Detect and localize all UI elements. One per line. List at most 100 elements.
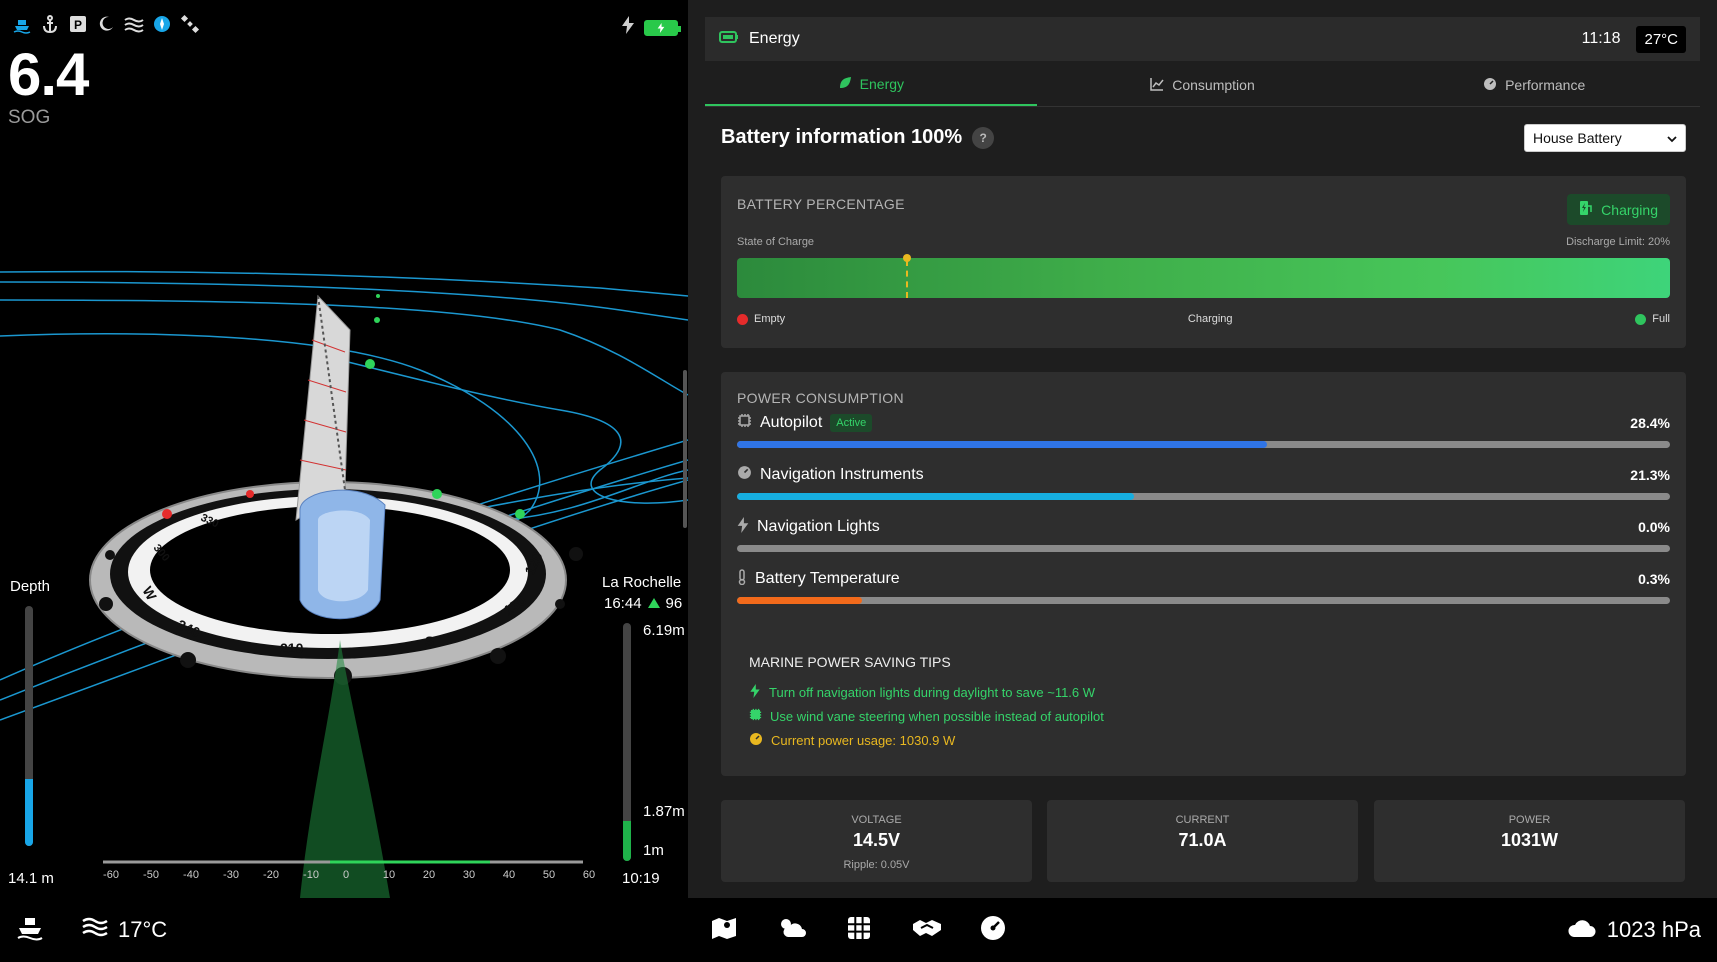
consumer-row-battery-temperature: Battery Temperature 0.3% — [737, 568, 1670, 604]
scrollbar[interactable] — [683, 370, 687, 528]
dashboard-button[interactable] — [980, 898, 1006, 962]
tab-performance[interactable]: Performance — [1368, 64, 1700, 106]
parking-icon[interactable]: P — [68, 14, 88, 34]
power-saving-tips: MARINE POWER SAVING TIPS Turn off naviga… — [749, 654, 1104, 752]
sailing-3d-scene: 240 210 S 150 120 W 300 330 -60 -50 -40 … — [0, 270, 688, 898]
consumer-percent: 0.0% — [1638, 519, 1670, 535]
grid-icon — [847, 916, 871, 945]
chip-icon — [737, 413, 752, 433]
legend-label: Empty — [754, 313, 786, 325]
scale-tick: -30 — [223, 869, 239, 881]
boat-view-button[interactable] — [16, 898, 44, 962]
grid-button[interactable] — [847, 898, 871, 962]
scale-tick: 30 — [463, 869, 475, 881]
panel-title: Energy — [749, 30, 800, 47]
weather-button[interactable] — [776, 898, 808, 962]
current-card: CURRENT 71.0A — [1047, 800, 1358, 882]
stat-label: CURRENT — [1175, 814, 1230, 826]
consumer-label: Autopilot — [760, 414, 823, 431]
tide-current: 1.87m — [643, 803, 685, 820]
water-temperature: 17°C — [82, 898, 167, 962]
map-button[interactable] — [710, 898, 738, 962]
legend-charging: Charging — [1188, 313, 1233, 325]
consumer-bar — [737, 545, 1670, 552]
tip-item: Current power usage: 1030.9 W — [749, 728, 1104, 752]
scale-tick: 10 — [383, 869, 395, 881]
depth-gauge — [25, 606, 33, 846]
weather-icon — [776, 915, 808, 946]
discharge-limit-dot — [903, 254, 911, 262]
tab-label: Performance — [1505, 77, 1586, 93]
battery-info-heading: Battery information 100% ? — [721, 126, 995, 149]
legend-label: Full — [1652, 313, 1670, 325]
tab-energy[interactable]: Energy — [705, 64, 1037, 106]
boat-icon — [16, 915, 44, 946]
soc-bar — [737, 258, 1670, 298]
consumer-percent: 28.4% — [1630, 415, 1670, 431]
status-icon-row: P — [12, 14, 200, 34]
charging-station-icon — [1579, 200, 1593, 219]
legend-label: Charging — [1187, 313, 1233, 325]
charging-status-button[interactable]: Charging — [1567, 194, 1670, 225]
consumer-percent: 0.3% — [1638, 571, 1670, 587]
consumer-label: Battery Temperature — [755, 570, 900, 587]
power-status — [622, 16, 681, 39]
depth-gauge-fill — [25, 778, 33, 846]
battery-full-icon — [644, 19, 681, 36]
scale-tick: -60 — [103, 869, 119, 881]
scale-tick: 60 — [583, 869, 595, 881]
compass-label-210: 210 — [280, 640, 304, 656]
tips-title: MARINE POWER SAVING TIPS — [749, 654, 951, 670]
scale-tick: 20 — [423, 869, 435, 881]
anchor-icon[interactable] — [40, 14, 60, 34]
gauge-icon — [749, 732, 763, 749]
charging-label: Charging — [1601, 201, 1658, 218]
tab-label: Energy — [859, 76, 905, 92]
compass-label-s: S — [425, 633, 434, 649]
scale-tick: -10 — [303, 869, 319, 881]
bolt-icon — [749, 683, 761, 701]
satellite-icon[interactable] — [180, 14, 200, 34]
barometric-pressure: 1023 hPa — [1567, 898, 1701, 962]
consumer-percent: 21.3% — [1630, 467, 1670, 483]
gauge-icon — [980, 915, 1006, 946]
scale-tick: -40 — [183, 869, 199, 881]
tab-consumption[interactable]: Consumption — [1037, 64, 1369, 106]
power-card: POWER 1031W — [1374, 800, 1685, 882]
bolt-icon — [622, 16, 634, 39]
consumer-bar-fill — [737, 597, 863, 604]
thermometer-icon — [737, 568, 747, 590]
gauge-icon — [1483, 77, 1497, 94]
card-title: POWER CONSUMPTION — [737, 390, 904, 406]
consumer-label: Navigation Instruments — [760, 466, 924, 483]
waves-icon[interactable] — [124, 14, 144, 34]
battery-select[interactable]: House Battery — [1524, 124, 1686, 152]
battery-select-value: House Battery — [1533, 130, 1622, 146]
battery-icon — [719, 30, 739, 48]
map-icon — [710, 915, 738, 946]
discharge-limit-marker — [906, 260, 908, 298]
scale-tick: 40 — [503, 869, 515, 881]
tab-label: Consumption — [1172, 77, 1255, 93]
chevron-down-icon — [1667, 130, 1677, 146]
help-icon[interactable]: ? — [972, 126, 995, 149]
handshake-button[interactable] — [912, 898, 942, 962]
consumer-bar-fill — [737, 441, 1267, 448]
voltage-card: VOLTAGE 14.5V Ripple: 0.05V — [721, 800, 1032, 882]
consumer-bar — [737, 493, 1670, 500]
voltage-value: 14.5V — [852, 830, 901, 850]
temperature-badge: 27°C — [1636, 25, 1686, 53]
tide-gauge — [623, 623, 631, 861]
legend-empty: Empty — [737, 313, 785, 325]
ripple-value: Ripple: 0.05V — [843, 859, 910, 871]
compass-icon[interactable] — [152, 14, 172, 34]
moon-icon[interactable] — [96, 14, 116, 34]
sailboat-model — [295, 294, 390, 898]
chip-icon — [749, 708, 762, 724]
green-dot-icon — [1635, 313, 1647, 325]
battery-percentage-card: BATTERY PERCENTAGE Charging State of Cha… — [721, 176, 1686, 348]
boat-icon[interactable] — [12, 14, 32, 34]
battery-info-title: Battery information 100% — [721, 126, 963, 148]
stat-label: POWER — [1508, 814, 1551, 826]
tip-item: Use wind vane steering when possible ins… — [749, 704, 1104, 728]
